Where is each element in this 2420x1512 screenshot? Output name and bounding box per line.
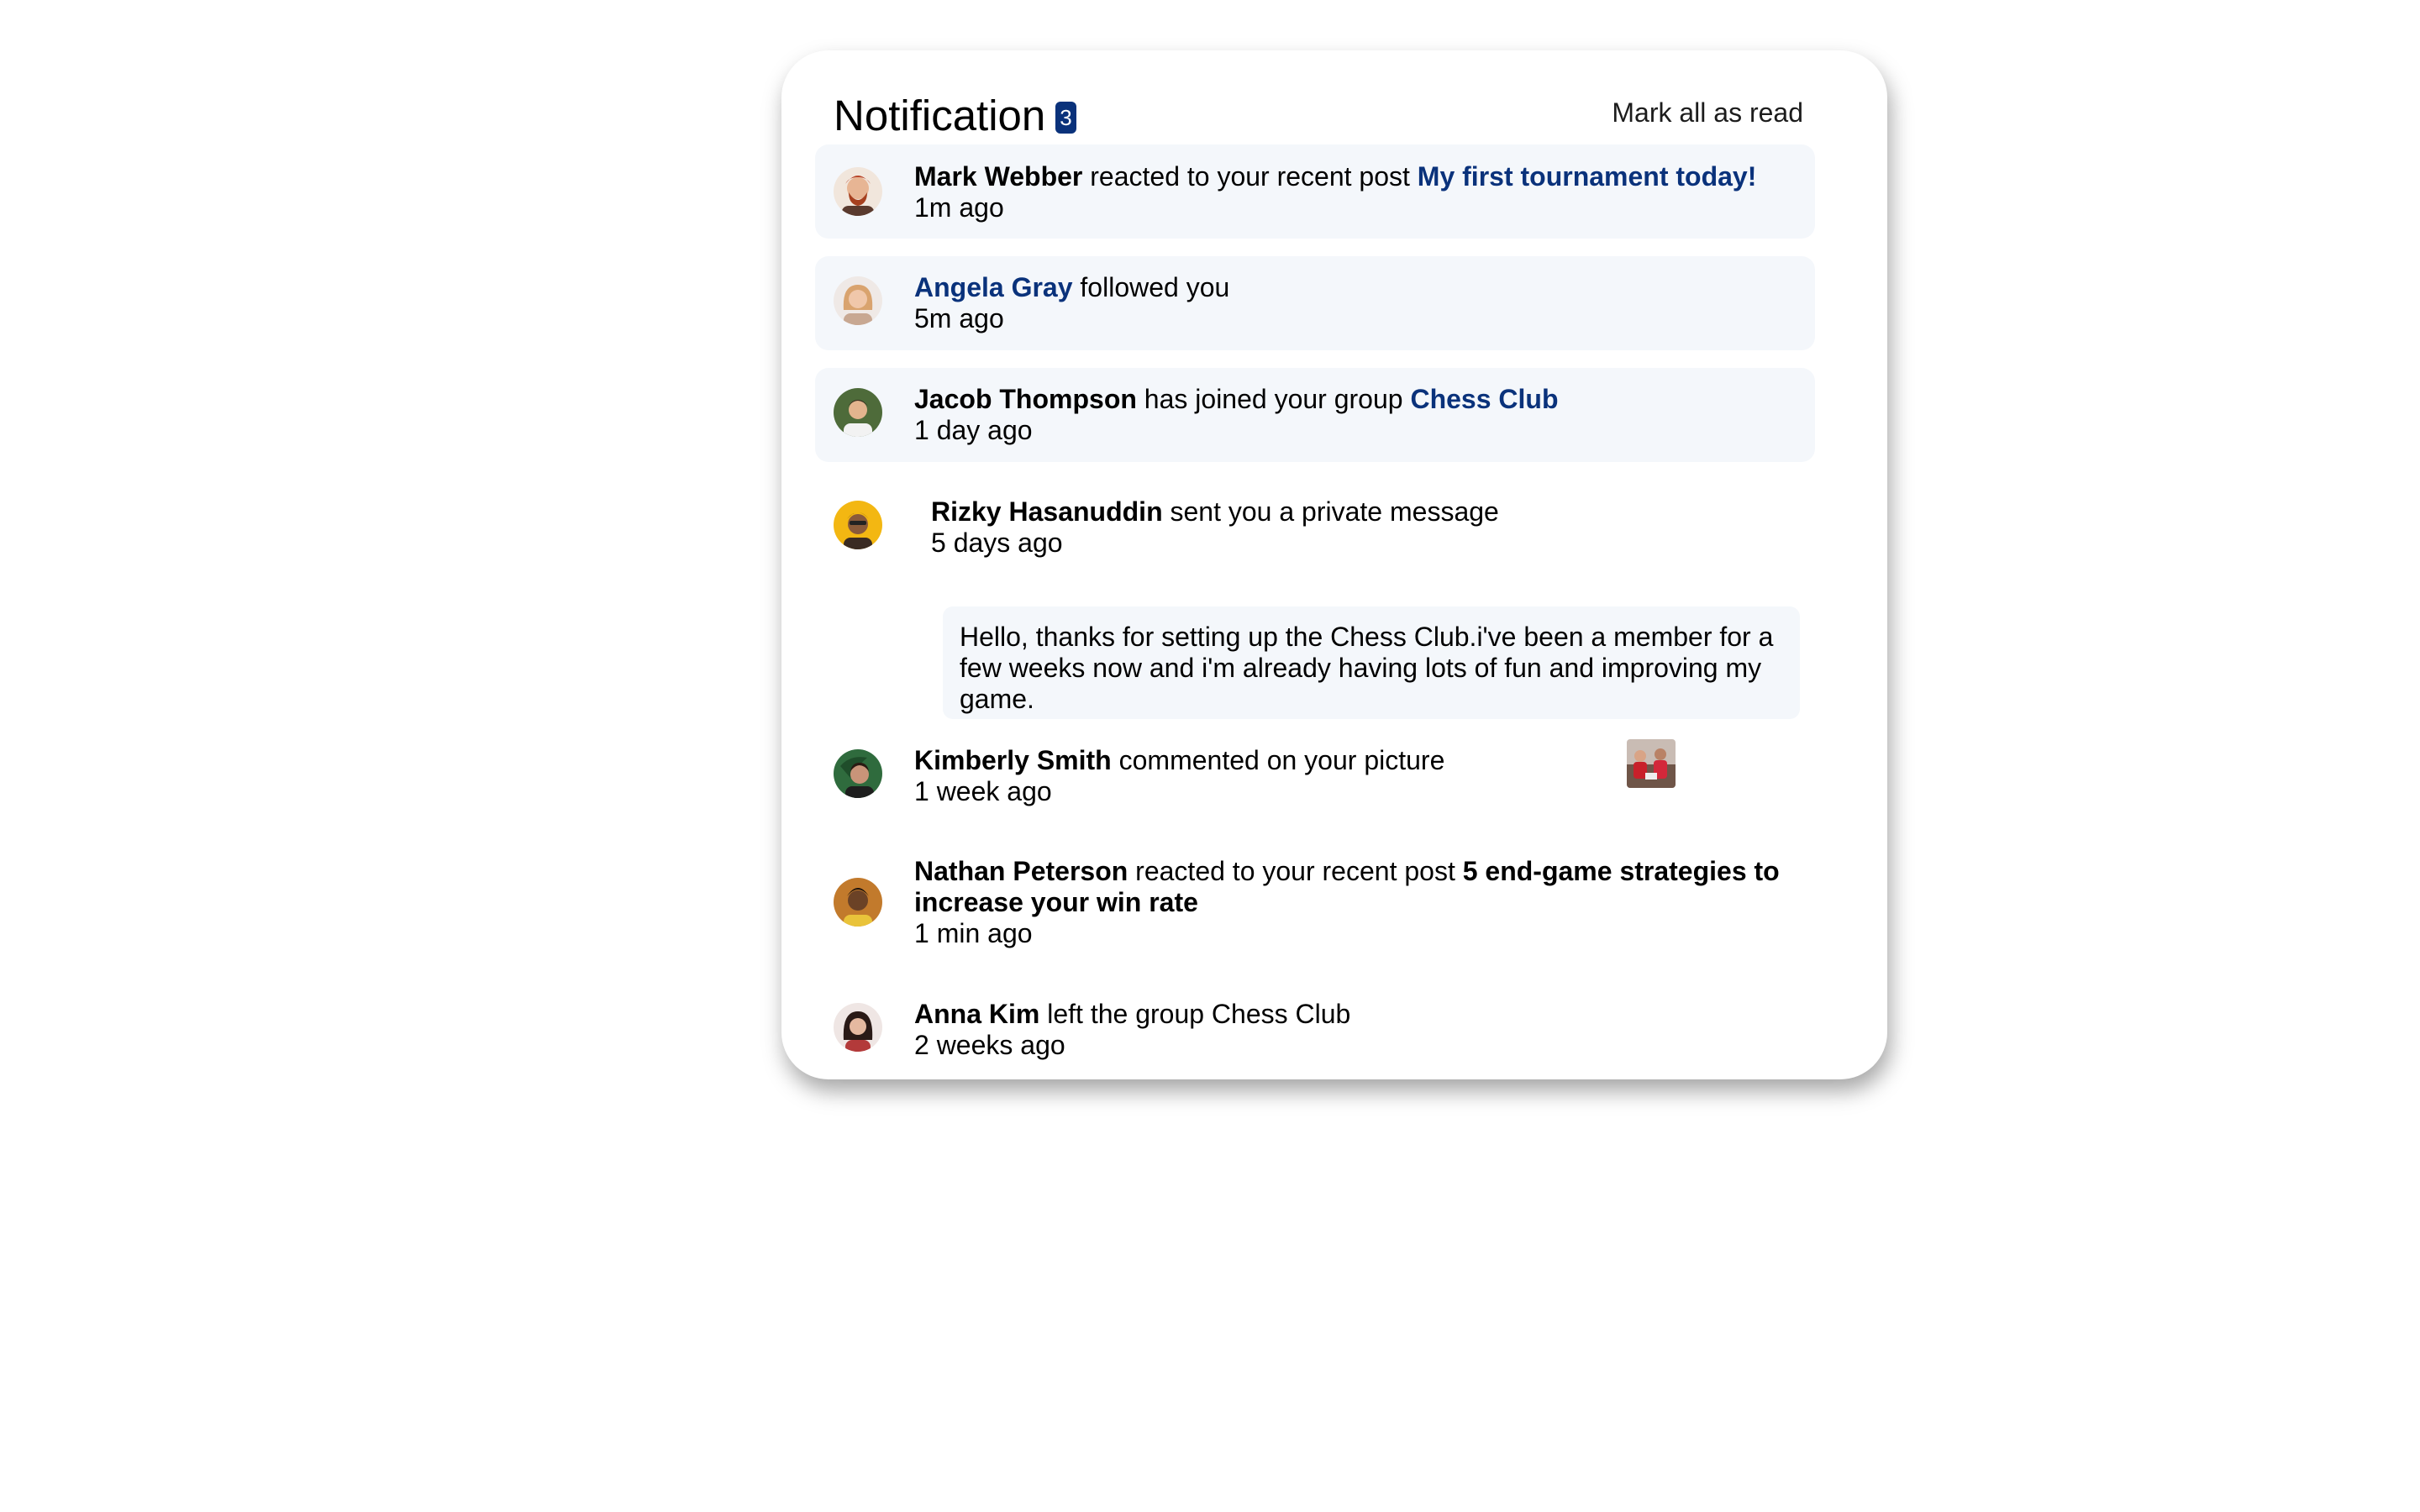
group-link[interactable]: Chess Club [1410,384,1558,414]
notification-text: Anna Kim left the group Chess Club 2 wee… [914,999,1350,1061]
notification-text: Rizky Hasanuddin sent you a private mess… [931,496,1499,559]
action-text: has joined your group [1136,384,1411,414]
actor-name[interactable]: Anna Kim [914,999,1039,1029]
notification-panel: Notification 3 Mark all as read Mark Webb… [781,50,1887,1079]
mark-all-as-read-button[interactable]: Mark all as read [1612,97,1803,129]
actor-name-link[interactable]: Angela Gray [914,272,1073,302]
notification-item[interactable]: Rizky Hasanuddin sent you a private mess… [815,480,1815,575]
action-text: commented on your picture [1111,745,1445,775]
action-text: left the group Chess Club [1039,999,1351,1029]
notification-text: Mark Webber reacted to your recent post … [914,161,1756,223]
notification-text: Kimberly Smith commented on your picture… [914,745,1444,807]
jacob-thompson-avatar-icon[interactable] [834,388,882,437]
title-text: Notification [834,92,1046,139]
notification-item[interactable]: Nathan Peterson reacted to your recent p… [815,840,1815,966]
action-text: sent you a private message [1162,496,1499,527]
notification-text: Nathan Peterson reacted to your recent p… [914,856,1805,949]
actor-name[interactable]: Mark Webber [914,161,1082,192]
actor-name[interactable]: Jacob Thompson [914,384,1137,414]
private-message-preview[interactable]: Hello, thanks for setting up the Chess C… [943,606,1800,719]
rizky-hasanuddin-avatar-icon[interactable] [834,501,882,549]
anna-kim-avatar-icon[interactable] [834,1003,882,1052]
kimberly-smith-avatar-icon[interactable] [834,749,882,798]
angela-gray-avatar-icon[interactable] [834,276,882,325]
timestamp: 5 days ago [931,528,1063,558]
notification-item[interactable]: Jacob Thompson has joined your group Che… [815,368,1815,462]
notification-item[interactable]: Angela Gray followed you 5m ago [815,256,1815,350]
timestamp: 1m ago [914,192,1004,223]
action-text: reacted to your recent post [1128,856,1463,886]
chess-picture-thumbnail-icon[interactable] [1627,739,1676,788]
timestamp: 1 day ago [914,415,1033,445]
action-text: followed you [1072,272,1230,302]
post-link[interactable]: My first tournament today! [1418,161,1757,192]
notification-item[interactable]: Mark Webber reacted to your recent post … [815,144,1815,239]
timestamp: 2 weeks ago [914,1030,1065,1060]
actor-name[interactable]: Kimberly Smith [914,745,1112,775]
nathan-peterson-avatar-icon[interactable] [834,878,882,927]
actor-name[interactable]: Rizky Hasanuddin [931,496,1163,527]
timestamp: 5m ago [914,303,1004,333]
notification-item[interactable]: Anna Kim left the group Chess Club 2 wee… [815,983,1815,1077]
notification-text: Jacob Thompson has joined your group Che… [914,384,1558,446]
notification-text: Angela Gray followed you 5m ago [914,272,1229,334]
actor-name[interactable]: Nathan Peterson [914,856,1128,886]
page-title: Notification 3 [834,91,1076,141]
timestamp: 1 min ago [914,918,1033,948]
timestamp: 1 week ago [914,776,1052,806]
unread-count-badge: 3 [1055,102,1076,134]
mark-webber-avatar-icon[interactable] [834,167,882,216]
action-text: reacted to your recent post [1082,161,1418,192]
notification-header: Notification 3 Mark all as read [834,87,1803,146]
